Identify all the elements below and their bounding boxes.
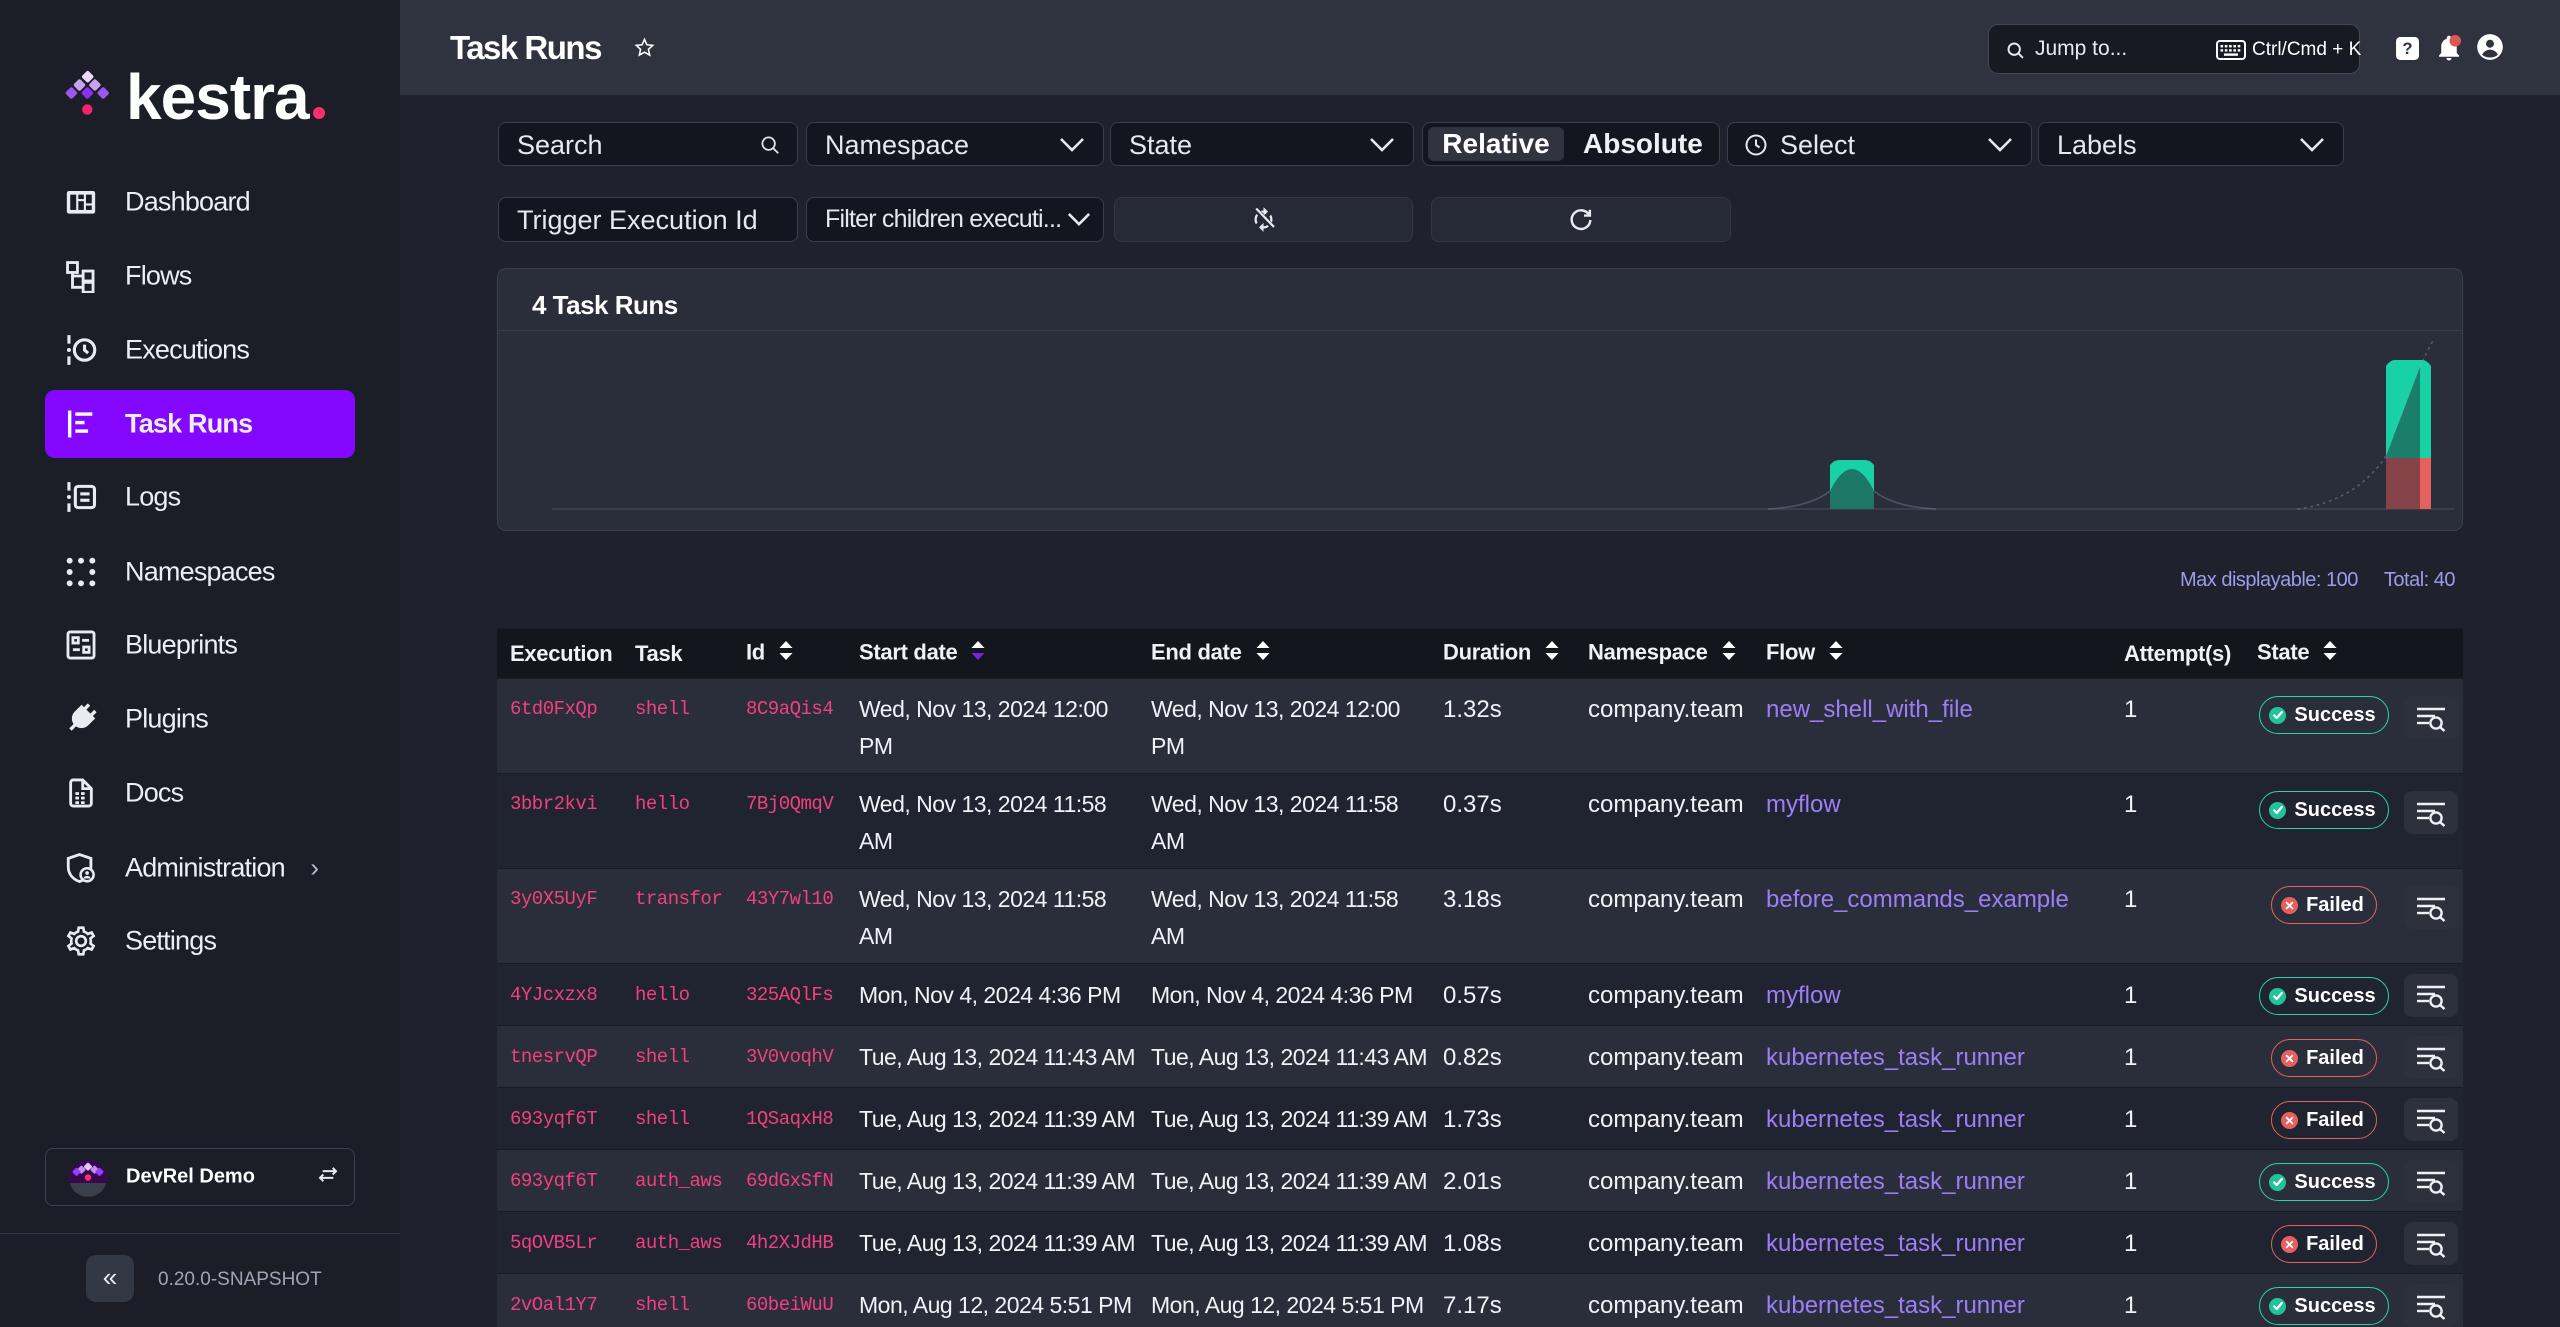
svg-text:?: ? bbox=[2402, 39, 2412, 58]
